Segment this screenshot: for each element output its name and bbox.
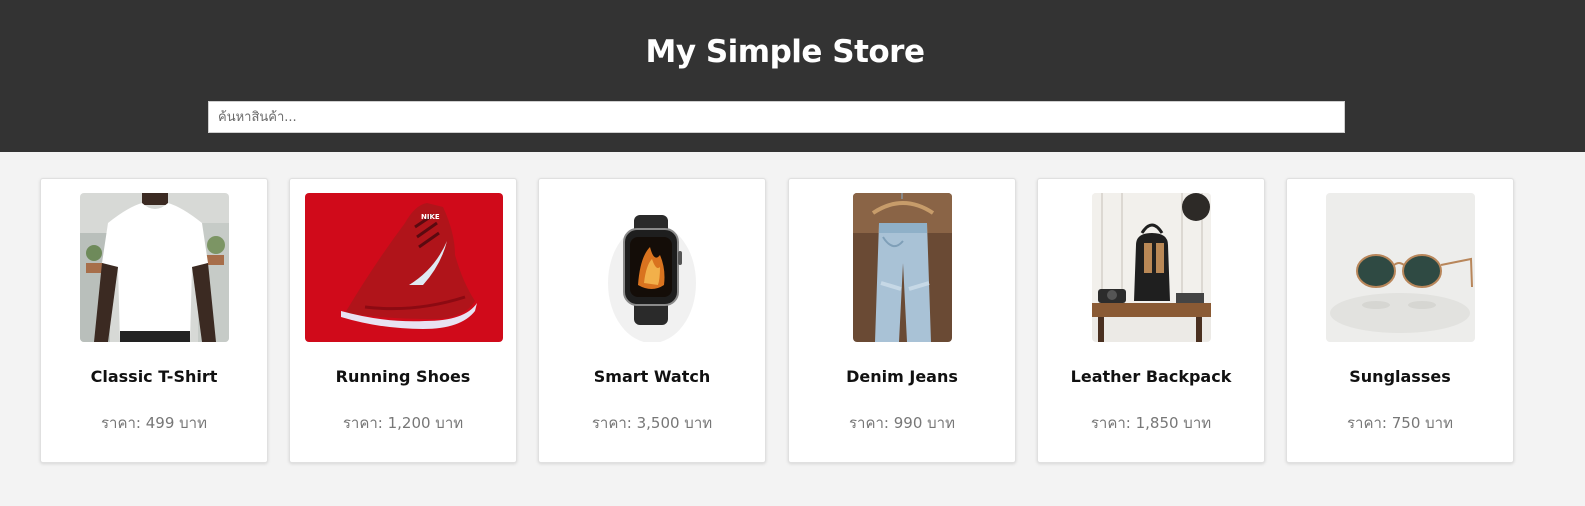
product-price: ราคา: 3,500 บาท xyxy=(591,414,713,432)
product-name: Leather Backpack xyxy=(1070,367,1232,386)
svg-text:NIKE: NIKE xyxy=(421,213,440,221)
product-card[interactable]: Denim Jeans ราคา: 990 บาท xyxy=(788,178,1016,463)
product-price: ราคา: 499 บาท xyxy=(101,414,207,432)
product-card[interactable]: Leather Backpack ราคา: 1,850 บาท xyxy=(1037,178,1265,463)
product-card[interactable]: Sunglasses ราคา: 750 บาท xyxy=(1286,178,1514,463)
product-price: ราคา: 1,200 บาท xyxy=(342,414,464,432)
jeans-image[interactable] xyxy=(853,193,952,342)
backpack-image[interactable] xyxy=(1092,193,1211,342)
search-input[interactable] xyxy=(208,101,1345,133)
sunglasses-image[interactable] xyxy=(1326,193,1475,342)
product-card[interactable]: Classic T-Shirt ราคา: 499 บาท xyxy=(40,178,268,463)
watch-image[interactable] xyxy=(578,193,727,342)
site-header: My Simple Store xyxy=(0,0,1585,152)
tshirt-image[interactable] xyxy=(80,193,229,342)
product-card[interactable]: Smart Watch ราคา: 3,500 บาท xyxy=(538,178,766,463)
product-price: ราคา: 1,850 บาท xyxy=(1090,414,1212,432)
product-name: Sunglasses xyxy=(1349,367,1451,386)
product-price: ราคา: 750 บาท xyxy=(1347,414,1453,432)
site-title: My Simple Store xyxy=(645,34,926,70)
product-name: Denim Jeans xyxy=(846,367,958,386)
product-name: Smart Watch xyxy=(593,367,711,386)
shoe-image[interactable]: NIKE xyxy=(305,193,503,342)
product-price: ราคา: 990 บาท xyxy=(849,414,955,432)
product-card[interactable]: NIKE Running Shoes ราคา: 1,200 บาท xyxy=(289,178,517,463)
product-name: Running Shoes xyxy=(335,367,471,386)
product-name: Classic T-Shirt xyxy=(90,367,218,386)
